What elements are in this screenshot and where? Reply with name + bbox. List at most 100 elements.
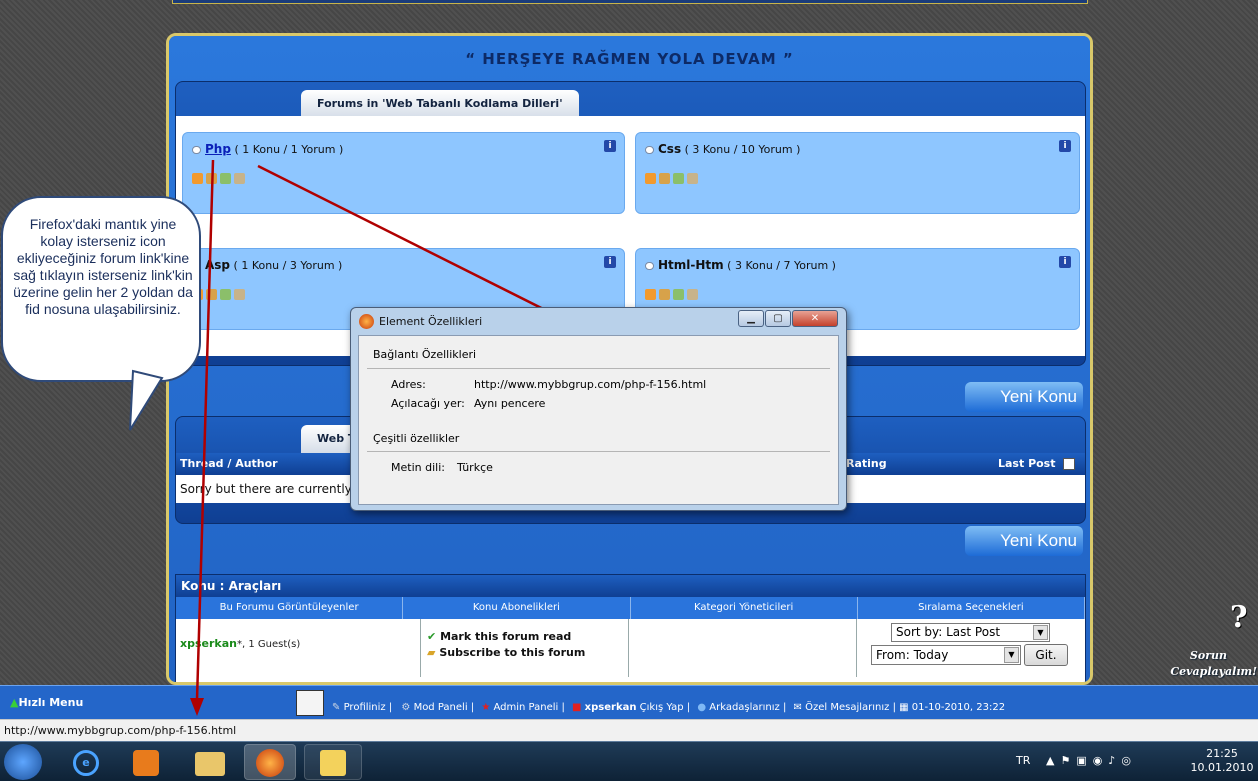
forum-stats: ( 1 Konu / 1 Yorum ) bbox=[234, 143, 344, 156]
datetime-label: 01-10-2010, 23:22 bbox=[911, 702, 1006, 713]
chevron-down-icon[interactable]: ▼ bbox=[1033, 625, 1048, 640]
select-all-checkbox[interactable] bbox=[1063, 458, 1075, 470]
new-post-icon[interactable] bbox=[220, 289, 231, 300]
forum-action-icons bbox=[645, 173, 698, 184]
forum-stats: ( 1 Konu / 3 Yorum ) bbox=[233, 259, 343, 272]
start-button[interactable] bbox=[4, 744, 42, 780]
ie-taskbar-icon[interactable]: e bbox=[60, 744, 112, 780]
subscribe-icon[interactable] bbox=[659, 173, 670, 184]
mark-read-link[interactable]: Mark this forum read bbox=[440, 630, 571, 643]
info-icon[interactable]: i bbox=[604, 256, 616, 268]
logout-link[interactable]: Çıkış Yap | bbox=[640, 702, 690, 713]
maximize-button[interactable]: ▢ bbox=[765, 310, 791, 327]
chevron-down-icon[interactable]: ▼ bbox=[1004, 647, 1019, 663]
rss-icon[interactable] bbox=[192, 173, 203, 184]
new-post-icon[interactable] bbox=[673, 289, 684, 300]
dialog-title: Element Özellikleri bbox=[379, 315, 483, 328]
subscribe-icon[interactable] bbox=[206, 173, 217, 184]
top-strip bbox=[172, 0, 1088, 4]
help-badge-line2: Cevaplayalım! bbox=[1170, 665, 1257, 678]
forum-bubble-icon bbox=[645, 146, 654, 154]
media-player-taskbar-icon[interactable] bbox=[120, 744, 172, 780]
col-moderators: Kategori Yöneticileri bbox=[631, 597, 858, 619]
new-post-icon[interactable] bbox=[673, 173, 684, 184]
avatar[interactable] bbox=[296, 690, 324, 716]
forum-stats: ( 3 Konu / 7 Yorum ) bbox=[727, 259, 836, 272]
col-thread-author[interactable]: Thread / Author bbox=[180, 453, 278, 475]
quick-menu-bar: ▲Hızlı Menu ✎ Profiliniz | ⚙ Mod Paneli … bbox=[0, 685, 1258, 719]
search-icon[interactable] bbox=[687, 289, 698, 300]
taskbar: e TR ▲⚑▣◉♪◎ 21:25 10.01.2010 bbox=[0, 741, 1258, 781]
forum-link-html[interactable]: Html-Htm bbox=[658, 258, 724, 272]
new-thread-button[interactable]: Yeni Konu bbox=[965, 382, 1083, 412]
misc-props-heading: Çeşitli özellikler bbox=[373, 432, 460, 445]
help-badge[interactable]: ? Sorun Cevaplayalım! bbox=[1160, 600, 1258, 685]
search-icon[interactable] bbox=[234, 173, 245, 184]
lock-icon: ■ bbox=[572, 702, 582, 713]
subscribe-icon[interactable] bbox=[206, 289, 217, 300]
col-sorting: Sıralama Seçenekleri bbox=[858, 597, 1085, 619]
close-button[interactable]: ✕ bbox=[792, 310, 838, 327]
forum-link-asp[interactable]: Asp bbox=[205, 258, 230, 272]
info-icon[interactable]: i bbox=[604, 140, 616, 152]
minimize-button[interactable]: ▁ bbox=[738, 310, 764, 327]
address-value[interactable]: http://www.mybbgrup.com/php-f-156.html bbox=[474, 378, 706, 391]
lang-value: Türkçe bbox=[457, 461, 493, 474]
clock-date: 10.01.2010 bbox=[1190, 761, 1254, 774]
forum-link-css[interactable]: Css bbox=[658, 142, 681, 156]
rss-icon[interactable] bbox=[645, 173, 656, 184]
help-badge-line1: Sorun bbox=[1189, 649, 1227, 662]
col-last-post[interactable]: Last Post bbox=[998, 453, 1056, 475]
search-icon[interactable] bbox=[687, 173, 698, 184]
username-label[interactable]: xpserkan bbox=[585, 702, 637, 713]
firefox-icon bbox=[359, 314, 374, 329]
new-post-icon[interactable] bbox=[220, 173, 231, 184]
viewer-username[interactable]: xpserkan bbox=[180, 637, 237, 650]
profile-link[interactable]: Profiliniz | bbox=[344, 702, 393, 713]
site-title: “ HERŞEYE RAĞMEN YOLA DEVAM ” bbox=[465, 50, 794, 68]
browser-status-bar: http://www.mybbgrup.com/php-f-156.html bbox=[0, 719, 1258, 741]
sorting-cell: Sort by: Last Post ▼ From: Today ▼ Git. bbox=[857, 619, 1085, 677]
col-subscriptions: Konu Abonelikleri bbox=[403, 597, 631, 619]
sort-by-select[interactable]: Sort by: Last Post ▼ bbox=[891, 623, 1050, 642]
admin-panel-link[interactable]: Admin Paneli | bbox=[493, 702, 564, 713]
search-icon[interactable] bbox=[234, 289, 245, 300]
link-props-heading: Bağlantı Özellikleri bbox=[373, 348, 477, 361]
messages-link[interactable]: Özel Mesajlarınız | bbox=[805, 702, 896, 713]
subscriptions-cell: ✔ Mark this forum read ▰ Subscribe to th… bbox=[421, 619, 629, 677]
element-properties-dialog: Element Özellikleri ▁ ▢ ✕ Bağlantı Özell… bbox=[350, 307, 847, 511]
callout-text: Firefox'daki mantık yine kolay isterseni… bbox=[13, 216, 193, 317]
from-select[interactable]: From: Today ▼ bbox=[871, 645, 1021, 665]
info-icon[interactable]: i bbox=[1059, 140, 1071, 152]
friends-link[interactable]: Arkadaşlarınız | bbox=[709, 702, 786, 713]
folder-icon: ▰ bbox=[427, 646, 436, 659]
paint-taskbar-icon[interactable] bbox=[304, 744, 362, 780]
col-viewers: Bu Forumu Görüntüleyenler bbox=[176, 597, 404, 619]
viewer-suffix: *, 1 Guest(s) bbox=[236, 639, 301, 650]
forum-action-icons bbox=[192, 173, 245, 184]
forum-link-php[interactable]: Php bbox=[205, 142, 231, 156]
quick-menu-button[interactable]: ▲Hızlı Menu bbox=[10, 696, 83, 709]
moderators-cell bbox=[629, 619, 857, 677]
subscribe-link[interactable]: Subscribe to this forum bbox=[439, 646, 585, 659]
viewers-cell: xpserkan*, 1 Guest(s) bbox=[176, 619, 421, 677]
info-icon[interactable]: i bbox=[1059, 256, 1071, 268]
calendar-icon: ▦ bbox=[899, 702, 909, 713]
rss-icon[interactable] bbox=[645, 289, 656, 300]
explorer-taskbar-icon[interactable] bbox=[184, 744, 236, 780]
go-button[interactable]: Git. bbox=[1024, 644, 1068, 666]
open-in-value: Aynı pencere bbox=[474, 397, 546, 410]
gear-icon: ⚙ bbox=[401, 702, 411, 713]
new-thread-button-bottom[interactable]: Yeni Konu bbox=[965, 526, 1083, 556]
lang-label: Metin dili: bbox=[391, 461, 445, 474]
col-rating[interactable]: Rating bbox=[846, 453, 887, 475]
tray-icons[interactable]: ▲⚑▣◉♪◎ bbox=[1046, 754, 1137, 767]
clock[interactable]: 21:25 10.01.2010 bbox=[1190, 747, 1254, 775]
mod-panel-link[interactable]: Mod Paneli | bbox=[414, 702, 475, 713]
friends-icon: ● bbox=[697, 702, 707, 713]
firefox-taskbar-icon[interactable] bbox=[244, 744, 296, 780]
check-icon: ✔ bbox=[427, 630, 437, 643]
subscribe-icon[interactable] bbox=[659, 289, 670, 300]
forum-box-php: Php ( 1 Konu / 1 Yorum ) i bbox=[182, 132, 625, 214]
language-indicator[interactable]: TR bbox=[1016, 754, 1030, 767]
